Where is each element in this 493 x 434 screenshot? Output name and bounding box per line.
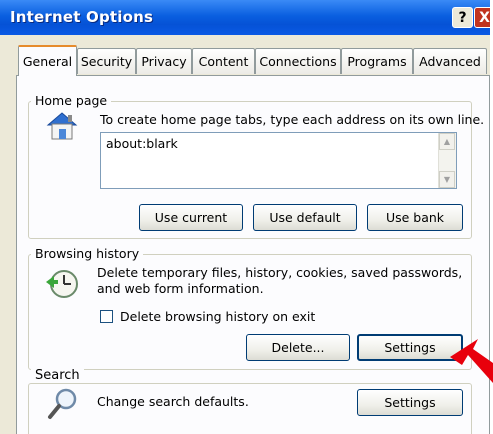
history-clock-icon bbox=[44, 266, 80, 302]
search-group-label: Search bbox=[31, 368, 84, 383]
magnifier-icon bbox=[46, 386, 82, 422]
close-button[interactable]: X bbox=[474, 7, 490, 28]
internet-options-window: Internet Options ? X General Security Pr… bbox=[0, 0, 490, 434]
red-arrow-pointer bbox=[448, 335, 493, 395]
scroll-up-icon[interactable]: ▲ bbox=[439, 133, 455, 150]
browsing-history-group-label: Browsing history bbox=[31, 246, 144, 261]
delete-history-button[interactable]: Delete... bbox=[246, 334, 350, 361]
title-bar[interactable]: Internet Options ? X bbox=[0, 0, 490, 35]
help-button[interactable]: ? bbox=[452, 7, 473, 28]
home-page-description: To create home page tabs, type each addr… bbox=[100, 112, 485, 127]
delete-on-exit-label[interactable]: Delete browsing history on exit bbox=[120, 309, 315, 325]
textarea-scrollbar[interactable]: ▲ ▼ bbox=[438, 133, 456, 188]
use-default-button[interactable]: Use default bbox=[253, 204, 357, 231]
tab-programs[interactable]: Programs bbox=[341, 48, 413, 74]
scroll-down-icon[interactable]: ▼ bbox=[439, 171, 455, 188]
delete-on-exit-checkbox[interactable] bbox=[100, 310, 113, 323]
browsing-history-description-line2: and web form information. bbox=[97, 281, 264, 296]
home-page-address-input[interactable]: about:blark ▲ ▼ bbox=[100, 132, 457, 189]
home-page-group-label: Home page bbox=[31, 93, 112, 108]
search-description: Change search defaults. bbox=[97, 394, 249, 409]
house-icon bbox=[44, 108, 80, 144]
browsing-history-description-line1: Delete temporary files, history, cookies… bbox=[97, 265, 463, 280]
tab-content[interactable]: Content bbox=[192, 48, 255, 74]
tab-privacy[interactable]: Privacy bbox=[136, 48, 192, 74]
use-blank-button[interactable]: Use bank bbox=[367, 204, 463, 231]
window-title: Internet Options bbox=[10, 8, 154, 26]
tab-security[interactable]: Security bbox=[77, 48, 136, 74]
home-page-address-value: about:blark bbox=[106, 136, 178, 151]
use-current-button[interactable]: Use current bbox=[139, 204, 243, 231]
tab-general[interactable]: General bbox=[18, 45, 77, 76]
tab-advanced[interactable]: Advanced bbox=[413, 48, 487, 74]
tab-connections[interactable]: Connections bbox=[255, 48, 341, 74]
